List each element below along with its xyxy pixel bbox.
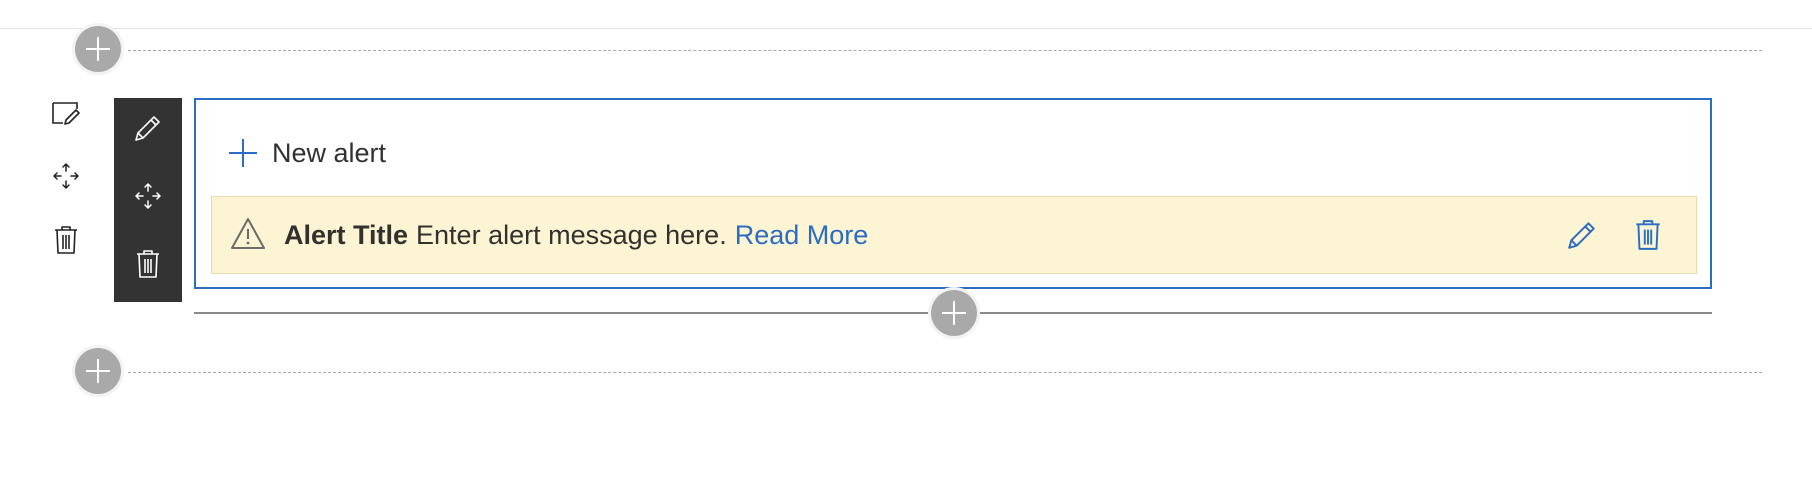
alert-bar: Alert Title Enter alert message here. Re… [211, 196, 1697, 274]
delete-section-button[interactable] [50, 224, 82, 256]
delete-webpart-button[interactable] [132, 248, 164, 280]
webpart-toolbar [114, 98, 182, 302]
pencil-icon [1568, 222, 1595, 249]
edit-section-button[interactable] [50, 98, 82, 130]
trash-icon [137, 250, 159, 278]
add-webpart-button[interactable] [931, 290, 977, 336]
move-icon [135, 183, 161, 209]
alert-title: Alert Title [284, 219, 409, 250]
move-webpart-button[interactable] [132, 180, 164, 212]
pencil-icon [135, 116, 160, 141]
alert-webpart[interactable]: New alert Alert Title Enter alert messag… [194, 98, 1712, 289]
warning-icon [231, 218, 265, 249]
section-divider-bottom [128, 372, 1762, 373]
delete-alert-button[interactable] [1630, 217, 1666, 253]
edit-webpart-button[interactable] [132, 112, 164, 144]
add-section-top-button[interactable] [75, 26, 121, 72]
trash-icon [1636, 220, 1660, 250]
top-border [0, 28, 1812, 29]
alert-text: Alert Title Enter alert message here. Re… [284, 197, 868, 273]
add-section-bottom-button[interactable] [75, 348, 121, 394]
section-divider-top [128, 50, 1762, 51]
trash-icon [55, 226, 77, 254]
new-alert-button[interactable]: New alert [228, 136, 386, 170]
new-alert-label: New alert [272, 137, 387, 168]
move-section-button[interactable] [50, 160, 82, 192]
move-icon [53, 163, 79, 189]
read-more-link[interactable]: Read More [735, 220, 869, 251]
edit-alert-button[interactable] [1564, 217, 1600, 253]
alert-message: Enter alert message here. [416, 219, 727, 250]
plus-icon [229, 139, 257, 167]
edit-section-icon [52, 102, 80, 125]
section-toolbar [50, 98, 82, 268]
